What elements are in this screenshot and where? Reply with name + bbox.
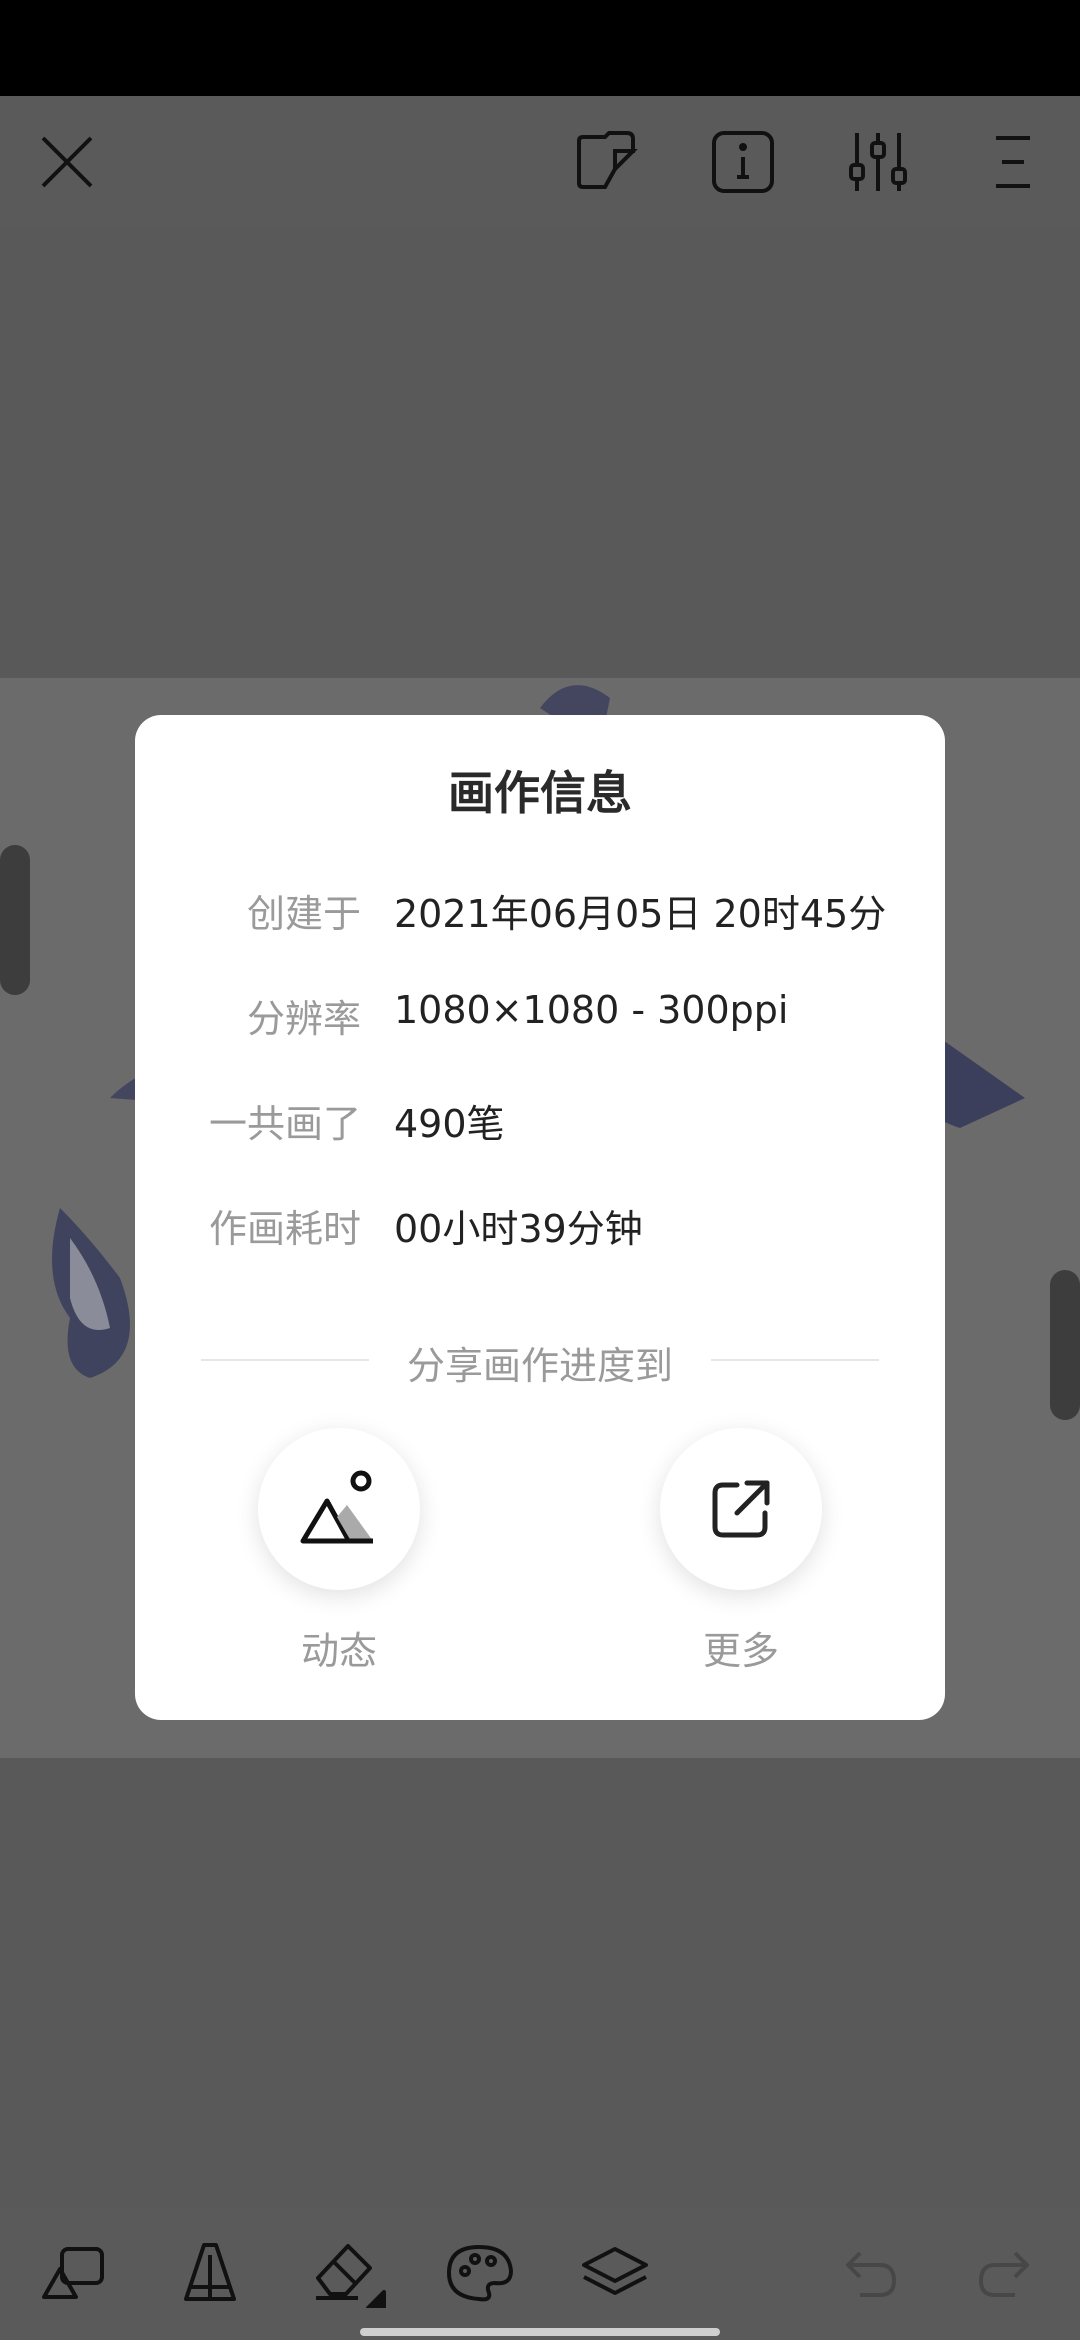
info-value: 1080×1080 - 300ppi (394, 988, 789, 1032)
eraser-icon (316, 2244, 386, 2308)
menu-icon (996, 136, 1030, 188)
info-row-duration: 作画耗时 00小时39分钟 (135, 1198, 945, 1258)
info-row-created: 创建于 2021年06月05日 20时45分 (135, 883, 945, 943)
bottom-toolbar (0, 2208, 1080, 2340)
share-more-label: 更多 (702, 1629, 779, 1673)
share-moments-label: 动态 (300, 1629, 377, 1673)
artwork-info-dialog: 画作信息 创建于 2021年06月05日 20时45分 分辨率 1080×108… (135, 715, 945, 1720)
sticker-icon (577, 131, 638, 189)
eraser-tool[interactable] (298, 2228, 398, 2318)
redo-icon (979, 2251, 1029, 2297)
info-label: 分辨率 (246, 997, 361, 1041)
left-slider-handle[interactable] (0, 845, 30, 995)
workspace-area-bottom (0, 1758, 1080, 2208)
status-bar (0, 0, 1080, 96)
palette-icon (447, 2245, 513, 2302)
close-icon (41, 136, 93, 188)
home-indicator[interactable] (360, 2328, 720, 2336)
pen-tool[interactable] (160, 2228, 260, 2318)
layers-icon (582, 2247, 648, 2295)
redo-button[interactable] (955, 2228, 1055, 2318)
close-button[interactable] (22, 96, 112, 228)
info-label: 创建于 (246, 892, 361, 936)
sticker-button[interactable] (563, 96, 653, 228)
undo-button[interactable] (820, 2228, 920, 2318)
info-value: 2021年06月05日 20时45分 (394, 892, 887, 936)
top-toolbar (0, 96, 1080, 228)
share-moments-button[interactable] (258, 1428, 420, 1590)
info-row-strokes: 一共画了 490笔 (135, 1093, 945, 1153)
info-button[interactable] (698, 96, 788, 228)
external-share-icon (712, 1480, 770, 1538)
divider-right (711, 1359, 879, 1361)
layers-tool[interactable] (565, 2228, 665, 2318)
info-label: 作画耗时 (208, 1207, 361, 1251)
adjust-icon (849, 133, 907, 191)
share-more-button[interactable] (660, 1428, 822, 1590)
info-value: 00小时39分钟 (394, 1207, 643, 1251)
info-value: 490笔 (394, 1102, 505, 1146)
menu-button[interactable] (968, 96, 1058, 228)
pen-icon (184, 2243, 236, 2301)
shapes-icon (42, 2247, 104, 2299)
adjust-button[interactable] (833, 96, 923, 228)
right-slider-handle[interactable] (1050, 1270, 1080, 1420)
workspace-area (0, 228, 1080, 678)
undo-icon (846, 2251, 896, 2297)
shapes-tool[interactable] (25, 2228, 125, 2318)
mountain-image-icon (300, 1470, 373, 1544)
dialog-title: 画作信息 (448, 766, 632, 820)
info-icon (712, 131, 774, 193)
info-row-resolution: 分辨率 1080×1080 - 300ppi (135, 988, 945, 1048)
palette-tool[interactable] (430, 2228, 530, 2318)
share-caption: 分享画作进度到 (406, 1344, 673, 1388)
info-label: 一共画了 (208, 1102, 361, 1146)
